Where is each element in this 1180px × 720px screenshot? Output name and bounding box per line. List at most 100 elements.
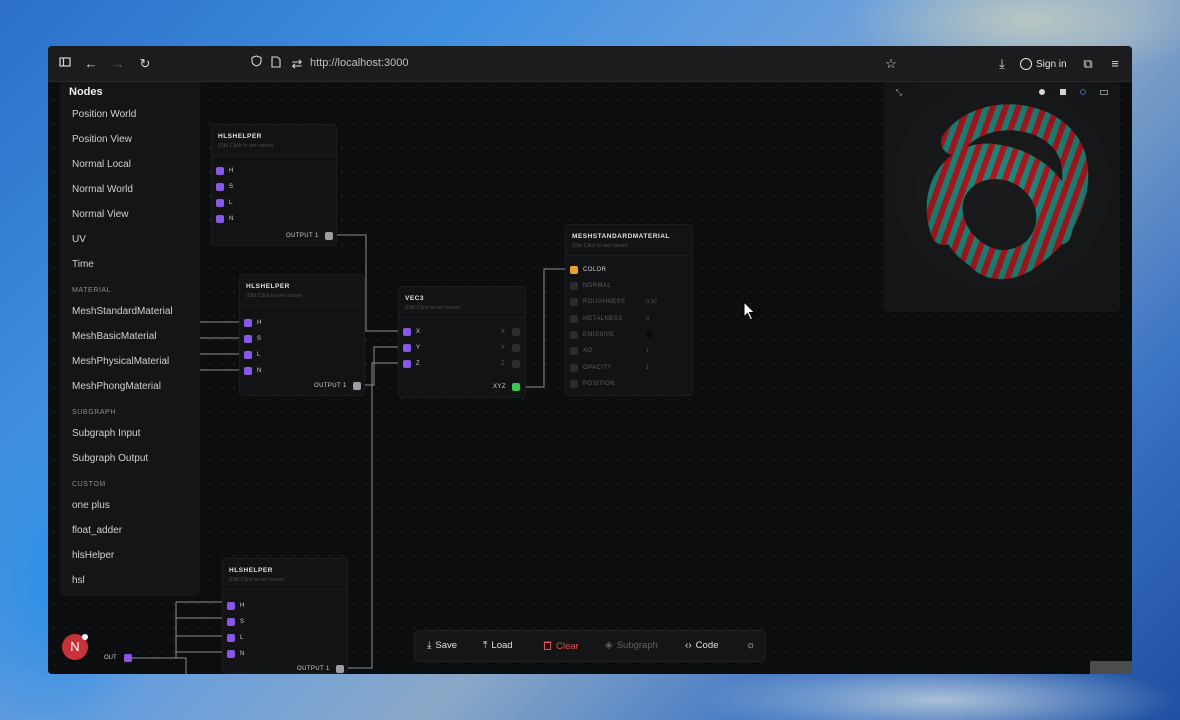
output-port-y[interactable] [512,344,520,352]
sidebar-item-position-world[interactable]: Position World [72,109,136,120]
node-subtitle[interactable]: (Dbl Click to set name) [229,577,285,583]
out-port[interactable] [124,654,132,662]
input-port-position[interactable] [570,380,578,388]
corner-badge [1090,661,1132,674]
port-label: N [240,651,245,657]
back-icon[interactable]: ← [82,55,100,73]
input-port-l[interactable] [244,351,252,359]
theme-toggle-button[interactable]: ☼ [746,640,755,651]
hlshelper-node-2[interactable]: HLSHELPER (Dbl Click to set name) H S L … [239,274,365,396]
input-port-z[interactable] [403,360,411,368]
forward-icon[interactable]: → [109,55,127,73]
url-text[interactable]: http://localhost:3000 [310,57,408,69]
ao-value[interactable]: 1 [646,348,649,354]
sidebar-toggle-icon[interactable] [56,55,74,73]
output-port[interactable] [353,382,361,390]
sidebar-item-position-view[interactable]: Position View [72,134,132,145]
sidebar-item-float-adder[interactable]: float_adder [72,525,122,536]
output-port-z[interactable] [512,360,520,368]
load-button[interactable]: ⤒ Load [483,640,513,651]
input-port-ao[interactable] [570,347,578,355]
node-title: HLSHELPER [229,567,273,574]
output-port-x[interactable] [512,328,520,336]
node-subtitle[interactable]: (Dbl Click to set name) [246,293,302,299]
sidebar-item-meshphysicalmaterial[interactable]: MeshPhysicalMaterial [72,356,169,367]
output-port[interactable] [336,665,344,673]
emissive-swatch[interactable] [646,331,653,338]
node-title: MESHSTANDARDMATERIAL [572,233,670,240]
sidebar-section-subgraph: SUBGRAPH [72,409,117,416]
hlshelper-node-3[interactable]: HLSHELPER (Dbl Click to set name) H S L … [222,558,348,674]
sidebar-item-uv[interactable]: UV [72,234,86,245]
input-port-emissive[interactable] [570,331,578,339]
sidebar-item-meshbasicmaterial[interactable]: MeshBasicMaterial [72,331,156,342]
input-port-s[interactable] [244,335,252,343]
download-icon[interactable]: ⤓ [993,55,1011,73]
input-port-s[interactable] [216,183,224,191]
input-port-metalness[interactable] [570,315,578,323]
input-port-x[interactable] [403,328,411,336]
node-canvas[interactable]: HLSHELPER (Dbl Click to set name) H S L … [48,82,1132,674]
input-port-opacity[interactable] [570,364,578,372]
code-button[interactable]: ‹› Code [685,640,718,651]
vec3-node[interactable]: VEC3 (Dbl Click to set name) X Y Z X Y Z… [398,286,526,398]
sidebar-section-custom: CUSTOM [72,481,106,488]
sidebar-item-normal-view[interactable]: Normal View [72,209,129,220]
output-port[interactable] [325,232,333,240]
meshstandardmaterial-node[interactable]: MESHSTANDARDMATERIAL (Dbl Click to set n… [565,224,693,396]
sidebar-item-normal-world[interactable]: Normal World [72,184,133,195]
hlshelper-node-1[interactable]: HLSHELPER (Dbl Click to set name) H S L … [211,124,337,246]
node-subtitle[interactable]: (Dbl Click to set name) [405,305,461,311]
output-port-xyz[interactable] [512,383,520,391]
port-label: Z [416,361,421,367]
input-port-n[interactable] [216,215,224,223]
nodes-sidebar[interactable]: Nodes Position World Position View Norma… [60,82,200,596]
sidebar-item-subgraph-input[interactable]: Subgraph Input [72,428,140,439]
shield-icon[interactable] [247,55,265,73]
sign-in-button[interactable]: Sign in [1020,54,1067,74]
sidebar-item-time[interactable]: Time [72,259,94,270]
reload-icon[interactable]: ↻ [136,55,154,73]
menu-icon[interactable]: ≡ [1106,55,1124,73]
sidebar-item-normal-local[interactable]: Normal Local [72,159,131,170]
input-port-n[interactable] [227,650,235,658]
node-subtitle[interactable]: (Dbl Click to set name) [572,243,628,249]
input-port-y[interactable] [403,344,411,352]
input-port-l[interactable] [216,199,224,207]
input-port-l[interactable] [227,634,235,642]
save-button[interactable]: ⤓ Save [427,640,457,651]
3d-preview-panel[interactable]: ⤡ [884,82,1120,312]
input-port-color[interactable] [570,266,578,274]
roughness-value[interactable]: 0.10 [646,299,657,305]
sidebar-item-hlshelper[interactable]: hlsHelper [72,550,114,561]
port-label: AO [583,348,593,354]
input-port-s[interactable] [227,618,235,626]
out-port-label: OUT [104,655,117,661]
node-subtitle[interactable]: (Dbl Click to set name) [218,143,274,149]
extensions-icon[interactable]: ⧉ [1079,55,1097,73]
port-label: POSITION [583,381,615,387]
sidebar-item-meshstandardmaterial[interactable]: MeshStandardMaterial [72,306,173,317]
output-label: OUTPUT 1 [286,233,319,239]
input-port-normal[interactable] [570,282,578,290]
input-port-h[interactable] [227,602,235,610]
input-port-roughness[interactable] [570,298,578,306]
browser-toolbar: ← → ↻ ⇄ http://localhost:3000 ☆ ⤓ Sign i… [48,46,1132,82]
opacity-value[interactable]: 1 [646,365,649,371]
clear-button[interactable]: Clear [543,640,579,653]
node-title: VEC3 [405,295,424,302]
load-label: Load [491,640,513,651]
input-port-h[interactable] [244,319,252,327]
connection-settings-icon[interactable]: ⇄ [288,55,306,73]
subgraph-button[interactable]: ◈ Subgraph [605,640,658,651]
sidebar-item-meshphongmaterial[interactable]: MeshPhongMaterial [72,381,161,392]
metalness-value[interactable]: 0 [646,316,649,322]
input-port-h[interactable] [216,167,224,175]
sidebar-item-hsl[interactable]: hsl [72,575,85,586]
sidebar-item-one-plus[interactable]: one plus [72,500,110,511]
load-icon: ⤒ [483,640,488,651]
input-port-n[interactable] [244,367,252,375]
bookmark-star-icon[interactable]: ☆ [882,55,900,73]
account-icon [1020,58,1032,70]
sidebar-item-subgraph-output[interactable]: Subgraph Output [72,453,148,464]
